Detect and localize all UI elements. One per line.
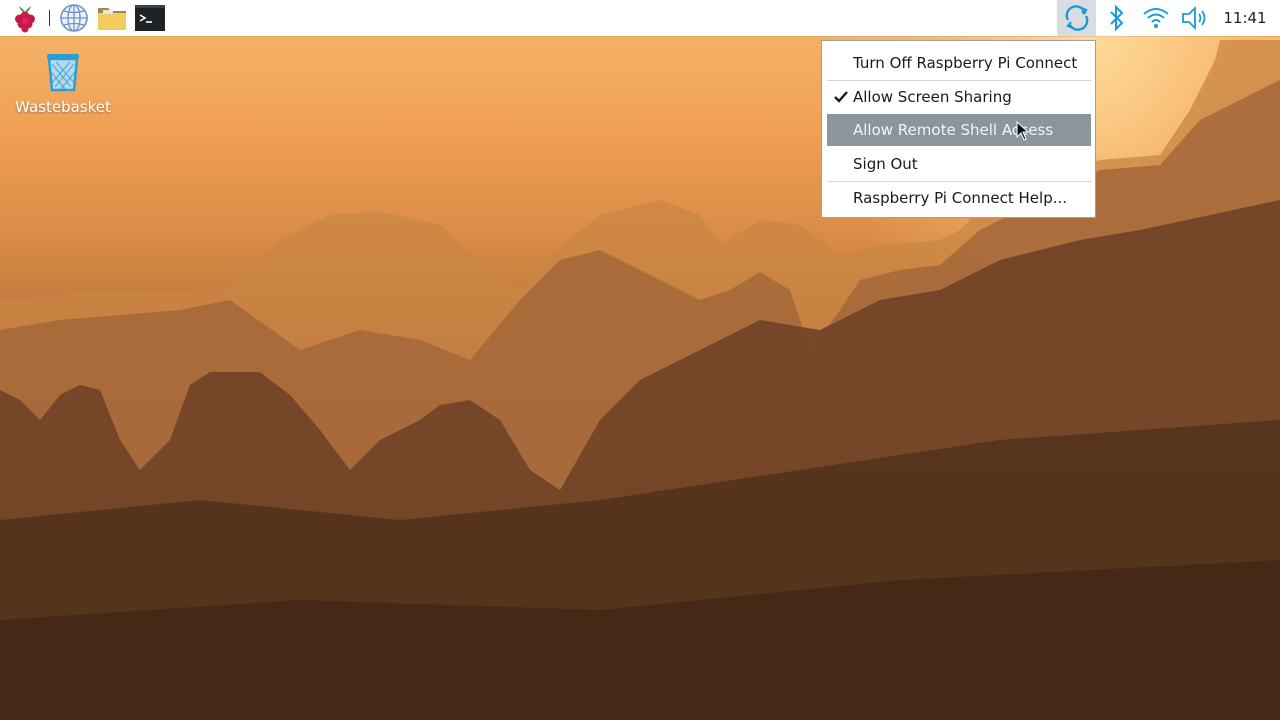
connect-menu: Turn Off Raspberry Pi Connect Allow Scre…: [821, 40, 1096, 218]
menu-item-allow-remote-shell[interactable]: Allow Remote Shell Access: [827, 114, 1091, 146]
menu-item-connect-help[interactable]: Raspberry Pi Connect Help...: [827, 182, 1091, 214]
menu-item-label: Allow Screen Sharing: [853, 88, 1012, 106]
launcher-separator: [49, 10, 50, 26]
wifi-icon: [1143, 8, 1169, 28]
menu-item-label: Sign Out: [853, 155, 918, 173]
menu-item-sign-out[interactable]: Sign Out: [827, 148, 1091, 180]
web-browser-button[interactable]: [56, 0, 92, 36]
mouse-cursor-icon: [1016, 121, 1030, 141]
menu-item-label: Turn Off Raspberry Pi Connect: [853, 54, 1078, 72]
bluetooth-icon: [1110, 4, 1124, 32]
checkmark-icon: [833, 81, 849, 114]
file-manager-button[interactable]: [94, 0, 130, 36]
terminal-button[interactable]: [132, 0, 168, 36]
menu-item-allow-screen-sharing[interactable]: Allow Screen Sharing: [827, 81, 1091, 113]
wastebasket-label: Wastebasket: [15, 98, 111, 116]
wifi-tray-button[interactable]: [1138, 0, 1174, 36]
taskbar: 11:41: [0, 0, 1280, 36]
raspberry-menu-button[interactable]: [6, 0, 44, 36]
menu-item-label: Raspberry Pi Connect Help...: [853, 189, 1068, 207]
menu-item-turn-off-connect[interactable]: Turn Off Raspberry Pi Connect: [827, 47, 1091, 79]
terminal-icon: [135, 5, 165, 31]
connect-tray-button[interactable]: [1057, 0, 1096, 36]
connect-icon: [1065, 5, 1088, 31]
volume-tray-button[interactable]: [1177, 0, 1213, 36]
trash-icon: [47, 54, 79, 92]
bluetooth-tray-button[interactable]: [1100, 0, 1134, 36]
wastebasket-desktop-icon[interactable]: Wastebasket: [10, 50, 116, 122]
folder-icon: [98, 8, 126, 30]
globe-icon: [60, 4, 88, 32]
clock[interactable]: 11:41: [1215, 0, 1275, 36]
volume-icon: [1182, 5, 1206, 31]
raspberry-icon: [15, 6, 35, 33]
